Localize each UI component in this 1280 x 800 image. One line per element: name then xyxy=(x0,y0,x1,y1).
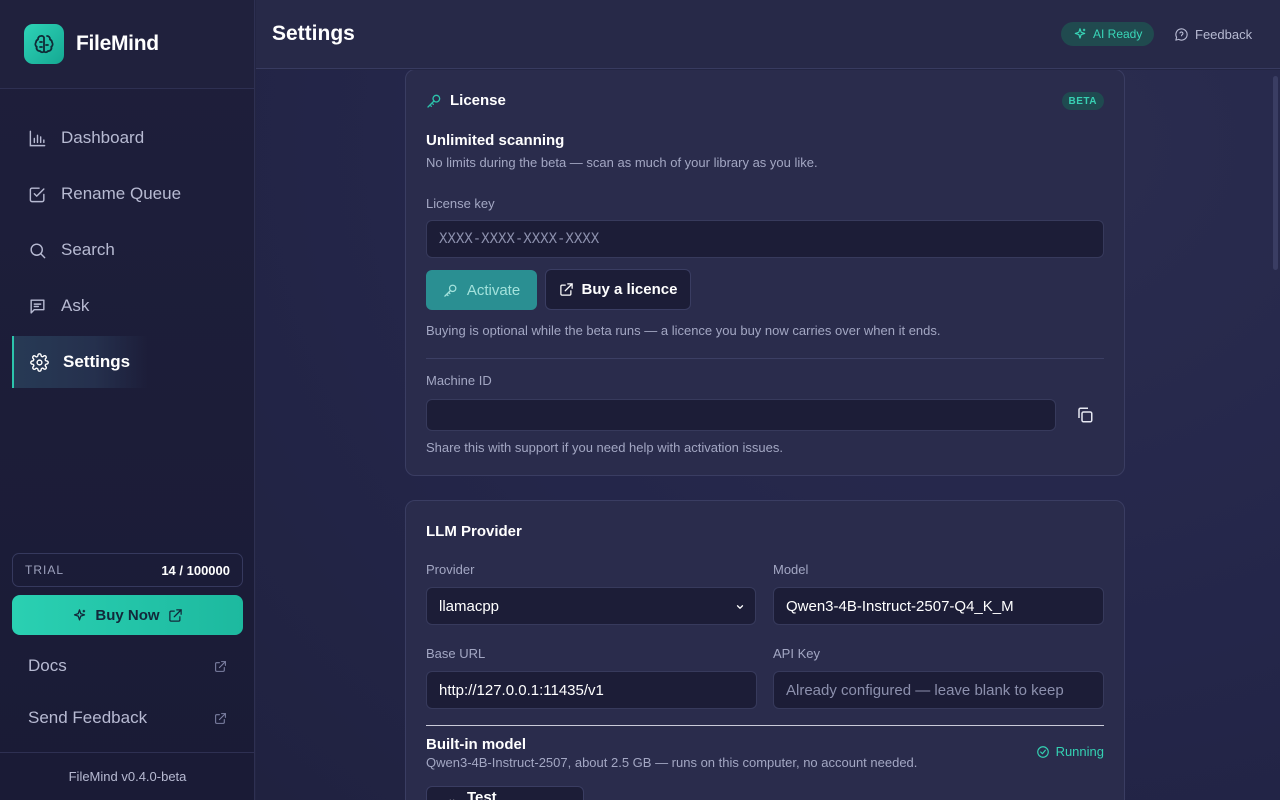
scrollbar[interactable] xyxy=(1273,76,1278,270)
test-connection-button[interactable]: Test Connection xyxy=(426,786,584,800)
brand: FileMind xyxy=(0,0,254,89)
ai-status-label: AI Ready xyxy=(1093,27,1143,41)
builtin-model-title: Built-in model xyxy=(426,736,526,753)
send-feedback-label: Send Feedback xyxy=(28,708,148,727)
machine-id-note: Share this with support if you need help… xyxy=(426,440,783,455)
sidebar-nav: Dashboard Rename Queue Search Ask Settin… xyxy=(0,112,255,392)
machine-id-label: Machine ID xyxy=(426,373,492,388)
sidebar-item-settings[interactable]: Settings xyxy=(12,336,148,388)
license-key-label: License key xyxy=(426,196,495,211)
plan-description: No limits during the beta — scan as much… xyxy=(426,155,818,170)
check-square-icon xyxy=(29,186,45,202)
buy-licence-button[interactable]: Buy a licence xyxy=(545,269,691,310)
sidebar-item-rename-queue[interactable]: Rename Queue xyxy=(12,168,243,220)
base-url-label: Base URL xyxy=(426,646,486,661)
machine-id-field[interactable] xyxy=(426,399,1056,431)
gear-icon xyxy=(30,352,49,372)
llm-provider-card: LLM Provider Provider llamacpp Model Qwe… xyxy=(405,500,1125,800)
external-link-icon xyxy=(168,608,182,622)
sidebar-item-label: Dashboard xyxy=(61,128,145,147)
app-name: FileMind xyxy=(76,32,159,55)
api-key-label: API Key xyxy=(773,646,820,661)
external-link-icon xyxy=(215,712,226,724)
provider-value: llamacpp xyxy=(439,597,500,615)
sparkle-icon xyxy=(74,608,86,620)
model-label: Model xyxy=(773,562,809,577)
bar-chart-icon xyxy=(29,130,46,146)
license-key-input[interactable]: XXXX-XXXX-XXXX-XXXX xyxy=(426,220,1104,258)
ai-status-badge: AI Ready xyxy=(1061,22,1155,46)
buy-now-button[interactable]: Buy Now xyxy=(12,595,243,635)
top-header: Settings AI Ready Feedback xyxy=(256,0,1280,69)
docs-link[interactable]: Docs xyxy=(12,646,287,735)
copy-icon[interactable] xyxy=(1076,406,1094,424)
external-link-icon xyxy=(559,283,573,296)
beta-badge: BETA xyxy=(1061,92,1104,110)
docs-label: Docs xyxy=(28,656,67,675)
external-link-icon xyxy=(215,660,226,672)
feedback-label: Feedback xyxy=(1195,26,1253,42)
buy-now-label: Buy Now xyxy=(95,606,160,624)
sparkle-icon xyxy=(1074,28,1086,39)
license-card: License BETA Unlimited scanning No limit… xyxy=(405,70,1125,476)
sidebar-item-dashboard[interactable]: Dashboard xyxy=(12,112,243,164)
base-url-input[interactable]: http://127.0.0.1:11435/v1 xyxy=(426,671,757,709)
provider-select[interactable]: llamacpp xyxy=(426,587,756,625)
api-key-input[interactable]: Already configured — leave blank to keep xyxy=(773,671,1104,709)
builtin-model-desc: Qwen3-4B-Instruct-2507, about 2.5 GB — r… xyxy=(426,755,918,770)
provider-label: Provider xyxy=(426,562,475,577)
key-icon xyxy=(427,94,441,108)
search-icon xyxy=(30,242,46,258)
settings-content: License BETA Unlimited scanning No limit… xyxy=(256,70,1280,800)
builtin-status: Running xyxy=(1036,744,1104,759)
sidebar: FileMind Dashboard Rename Queue Search A… xyxy=(0,0,287,800)
llm-title: LLM Provider xyxy=(426,523,522,540)
sidebar-item-ask[interactable]: Ask xyxy=(12,280,243,332)
buy-note: Buying is optional while the beta runs —… xyxy=(426,323,941,338)
trial-counter: TRIAL 14 / 100000 xyxy=(12,553,243,587)
plan-title: Unlimited scanning xyxy=(426,132,565,149)
send-feedback-link[interactable]: Send Feedback xyxy=(12,698,287,787)
sidebar-item-label: Ask xyxy=(61,296,90,315)
sidebar-item-label: Rename Queue xyxy=(61,184,182,203)
feedback-button[interactable]: Feedback xyxy=(1174,22,1252,46)
sidebar-item-label: Settings xyxy=(63,352,131,371)
key-icon xyxy=(444,284,457,297)
trial-count: 14 / 100000 xyxy=(161,562,230,578)
license-title: License xyxy=(426,92,506,109)
activate-button[interactable]: Activate xyxy=(426,270,537,310)
sidebar-item-search[interactable]: Search xyxy=(12,224,243,276)
chevron-down-icon xyxy=(736,605,744,609)
message-icon xyxy=(30,298,45,314)
sidebar-item-label: Search xyxy=(61,240,115,259)
chat-bubble-icon xyxy=(1175,27,1188,41)
brain-logo-icon xyxy=(24,24,64,64)
check-circle-icon xyxy=(1036,745,1049,758)
model-input[interactable]: Qwen3-4B-Instruct-2507-Q4_K_M xyxy=(773,587,1104,625)
app-version: FileMind v0.4.0-beta xyxy=(0,752,255,800)
divider xyxy=(426,725,1104,726)
trial-label: TRIAL xyxy=(25,563,65,577)
page-title: Settings xyxy=(272,22,355,45)
divider xyxy=(426,358,1104,359)
